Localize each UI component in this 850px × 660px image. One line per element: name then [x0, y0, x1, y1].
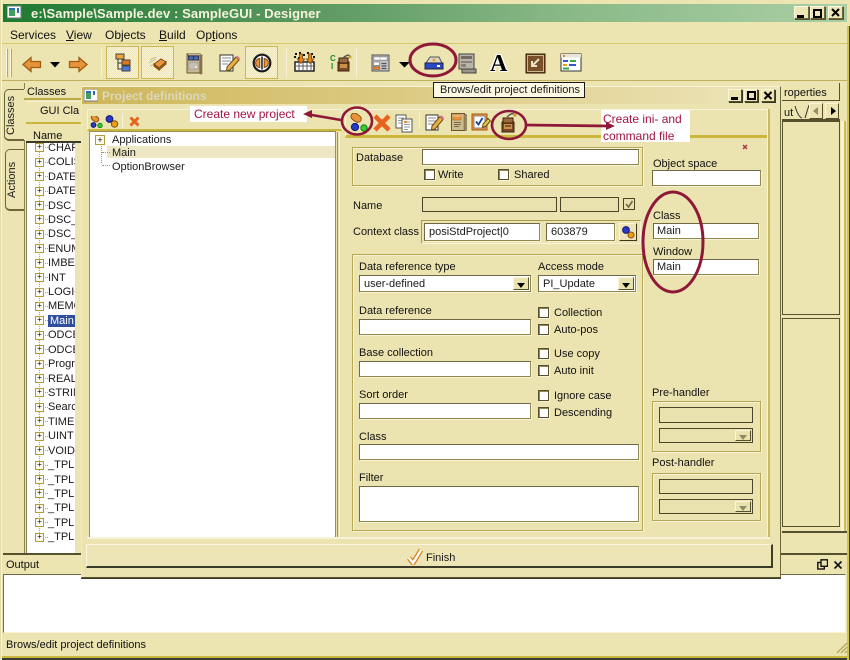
svg-text:I: I — [331, 62, 333, 71]
